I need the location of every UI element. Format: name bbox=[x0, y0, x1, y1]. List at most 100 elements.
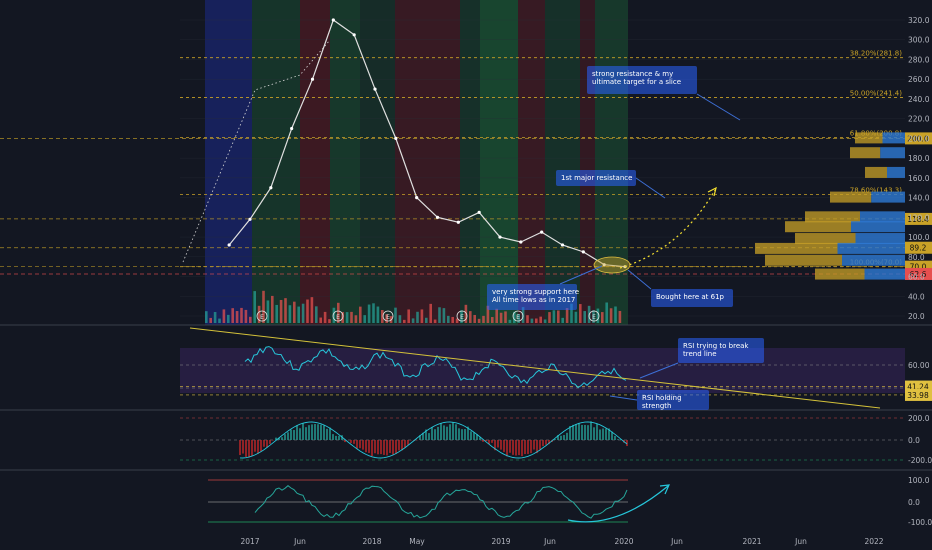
volume-bar bbox=[205, 311, 208, 323]
x-tick-3: May bbox=[409, 537, 425, 546]
session-band-11 bbox=[595, 0, 628, 325]
volume-profile-up-2 bbox=[855, 132, 883, 144]
osc-tick-1: 0.0 bbox=[908, 436, 920, 445]
volume-bar bbox=[323, 311, 327, 323]
volume-profile-up-6 bbox=[795, 233, 856, 245]
volume-bar bbox=[297, 306, 300, 323]
volume-profile-up-7 bbox=[755, 242, 838, 254]
volume-profile-up-8 bbox=[765, 254, 842, 266]
volume-bar bbox=[609, 308, 613, 323]
volume-bar bbox=[574, 311, 578, 323]
volume-bar bbox=[543, 319, 547, 323]
annotation-text-5-1: strength bbox=[642, 402, 671, 410]
price-point-17 bbox=[581, 250, 585, 254]
y-tick-4: 100.0 bbox=[908, 233, 930, 242]
volume-bar bbox=[403, 319, 406, 323]
price-point-12 bbox=[477, 210, 481, 214]
y-tick-3: 80.0 bbox=[908, 253, 925, 262]
volume-bar bbox=[398, 315, 402, 323]
volume-bar bbox=[526, 315, 529, 323]
price-point-15 bbox=[540, 230, 544, 234]
wave-tick-2: -100.0 bbox=[908, 518, 932, 527]
volume-bar bbox=[367, 304, 371, 323]
volume-bar bbox=[235, 311, 239, 323]
x-tick-1: Jun bbox=[293, 537, 306, 546]
rsi-band bbox=[180, 348, 905, 393]
volume-bar bbox=[495, 308, 498, 323]
volume-bar bbox=[579, 304, 582, 323]
volume-bar bbox=[218, 318, 221, 323]
volume-profile-up-4 bbox=[805, 211, 860, 223]
y-tick-10: 220.0 bbox=[908, 115, 930, 124]
volume-bar bbox=[548, 312, 551, 323]
rsi-tick-0: 60.00 bbox=[908, 361, 930, 370]
annotation-text-2-1: All time lows as in 2017 bbox=[492, 296, 575, 304]
volume-bar bbox=[583, 311, 586, 323]
volume-bar bbox=[249, 316, 252, 323]
volume-bar bbox=[433, 319, 437, 323]
price-point-13 bbox=[498, 235, 502, 239]
volume-profile-up-1 bbox=[850, 147, 881, 159]
volume-bar bbox=[552, 310, 556, 323]
volume-bar bbox=[227, 314, 230, 323]
y-tick-9: 200.0 bbox=[908, 134, 930, 143]
price-label-text-2: 89.2 bbox=[910, 244, 927, 253]
chart-canvas[interactable]: 38.20%(281.8)50.00%(241.4)61.80%(200.8)7… bbox=[0, 0, 932, 550]
y-tick-7: 160.0 bbox=[908, 174, 930, 183]
wave-tick-1: 0.0 bbox=[908, 498, 920, 507]
volume-bar bbox=[530, 318, 534, 323]
volume-bar bbox=[319, 317, 322, 323]
x-tick-9: Jun bbox=[794, 537, 807, 546]
volume-bar bbox=[284, 298, 287, 323]
volume-profile-up-0 bbox=[865, 166, 887, 178]
price-point-16 bbox=[560, 243, 565, 247]
fib-level-label-0: 38.20%(281.8) bbox=[850, 50, 902, 58]
price-point-2 bbox=[269, 186, 273, 190]
y-tick-2: 60.0 bbox=[908, 273, 925, 282]
volume-bar bbox=[354, 315, 358, 323]
volume-bar bbox=[614, 306, 617, 323]
volume-bar bbox=[420, 309, 424, 323]
volume-bar bbox=[301, 303, 305, 323]
earnings-marker-label-1: E bbox=[336, 314, 340, 321]
volume-bar bbox=[372, 303, 375, 323]
annotation-text-3-0: Bought here at 61p bbox=[656, 293, 725, 301]
session-band-10 bbox=[580, 0, 595, 325]
x-tick-8: 2021 bbox=[742, 537, 761, 546]
volume-bar bbox=[394, 307, 397, 323]
volume-bar bbox=[539, 316, 542, 323]
y-tick-6: 140.0 bbox=[908, 194, 930, 203]
volume-profile-down-3 bbox=[871, 191, 905, 203]
volume-bar bbox=[601, 312, 604, 323]
volume-bar bbox=[279, 299, 283, 323]
volume-bar bbox=[213, 312, 217, 323]
annotation-text-0-1: ultimate target for a slice bbox=[592, 78, 681, 86]
volume-profile-down-9 bbox=[864, 268, 905, 280]
volume-profile-down-5 bbox=[851, 221, 905, 233]
price-point-4 bbox=[310, 77, 315, 81]
price-point-1 bbox=[248, 217, 252, 221]
volume-bar bbox=[491, 317, 494, 323]
volume-bar bbox=[376, 306, 380, 323]
volume-bar bbox=[499, 312, 503, 323]
volume-profile-down-4 bbox=[860, 211, 905, 223]
x-tick-5: Jun bbox=[543, 537, 556, 546]
volume-bar bbox=[508, 319, 512, 323]
osc-tick-0: 200.0 bbox=[908, 414, 930, 423]
volume-profile-down-6 bbox=[855, 233, 905, 245]
x-tick-10: 2022 bbox=[864, 537, 883, 546]
volume-bar bbox=[416, 311, 419, 323]
rsi-value-text-1: 33.98 bbox=[907, 391, 929, 400]
annotation-text-4-1: trend line bbox=[683, 350, 717, 358]
volume-bar bbox=[363, 315, 366, 323]
volume-bar bbox=[350, 311, 353, 323]
volume-bar bbox=[310, 297, 314, 323]
price-point-5 bbox=[331, 18, 335, 22]
volume-bar bbox=[209, 317, 212, 323]
volume-profile-down-0 bbox=[887, 166, 905, 178]
y-tick-14: 300.0 bbox=[908, 36, 930, 45]
volume-bar bbox=[407, 309, 410, 323]
session-band-1 bbox=[252, 0, 300, 325]
volume-bar bbox=[447, 315, 450, 323]
volume-bar bbox=[293, 301, 296, 323]
